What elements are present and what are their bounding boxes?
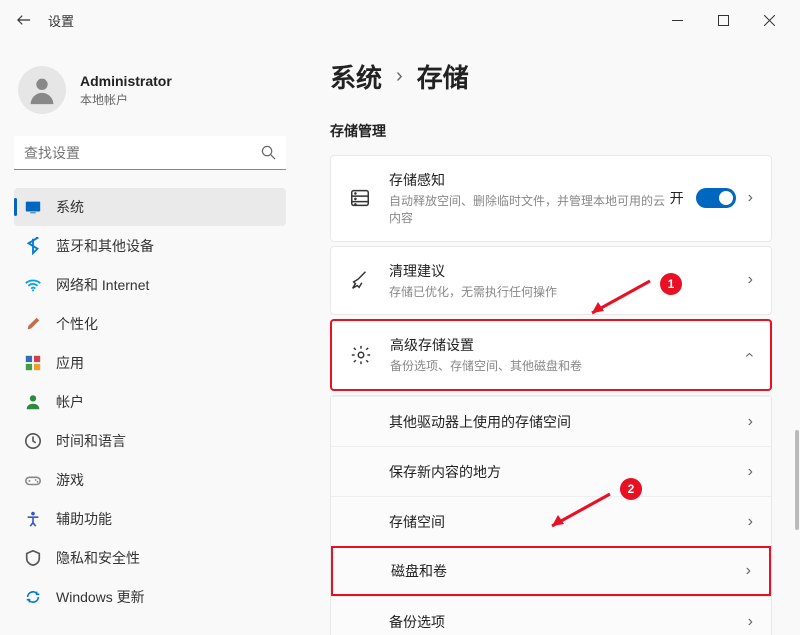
- chevron-up-icon: ›: [740, 353, 758, 358]
- close-button[interactable]: [746, 4, 792, 36]
- toggle-label: 开: [670, 188, 684, 208]
- sidebar-item-label: 时间和语言: [56, 431, 126, 451]
- user-profile[interactable]: Administrator 本地帐户: [14, 52, 286, 136]
- sidebar-item-label: 辅助功能: [56, 509, 112, 529]
- search-box[interactable]: [14, 136, 286, 170]
- accessibility-icon: [24, 510, 42, 528]
- sidebar-item-label: Windows 更新: [56, 587, 145, 607]
- breadcrumb: 系统 › 存储: [330, 58, 772, 95]
- sidebar-item-label: 游戏: [56, 470, 84, 490]
- sidebar-item-9[interactable]: 隐私和安全性: [14, 539, 286, 577]
- storage-sense-desc: 自动释放空间、删除临时文件，并管理本地可用的云内容: [389, 193, 670, 227]
- sidebar-item-label: 帐户: [56, 392, 84, 412]
- advanced-sub-item-3[interactable]: 磁盘和卷›: [331, 546, 771, 596]
- minimize-icon: [672, 15, 683, 26]
- cleanup-desc: 存储已优化，无需执行任何操作: [389, 284, 748, 301]
- sidebar-item-1[interactable]: 蓝牙和其他设备: [14, 227, 286, 265]
- nav-list: 系统蓝牙和其他设备网络和 Internet 个性化应用帐户时间和语言游戏辅助功能隐…: [14, 188, 286, 617]
- chevron-right-icon: ›: [748, 271, 753, 289]
- sidebar-item-2[interactable]: 网络和 Internet: [14, 266, 286, 304]
- user-name: Administrator: [80, 73, 172, 89]
- person-icon: [24, 393, 42, 411]
- arrow-left-icon: [17, 13, 31, 27]
- sidebar-item-4[interactable]: 应用: [14, 344, 286, 382]
- sidebar-item-0[interactable]: 系统: [14, 188, 286, 226]
- sidebar-item-label: 应用: [56, 353, 84, 373]
- sidebar-item-3[interactable]: 个性化: [14, 305, 286, 343]
- advanced-sub-item-4[interactable]: 备份选项›: [331, 596, 771, 635]
- window-title: 设置: [48, 11, 74, 30]
- chevron-right-icon: ›: [746, 562, 751, 580]
- advanced-title: 高级存储设置: [390, 335, 747, 355]
- advanced-storage-row[interactable]: 高级存储设置 备份选项、存储空间、其他磁盘和卷 ›: [332, 321, 770, 389]
- breadcrumb-current: 存储: [417, 58, 469, 95]
- sidebar-item-5[interactable]: 帐户: [14, 383, 286, 421]
- minimize-button[interactable]: [654, 4, 700, 36]
- sub-item-label: 其他驱动器上使用的存储空间: [389, 412, 748, 432]
- chevron-right-icon: ›: [748, 513, 753, 531]
- storage-sense-title: 存储感知: [389, 170, 670, 190]
- update-icon: [24, 588, 42, 606]
- advanced-sub-item-1[interactable]: 保存新内容的地方›: [331, 446, 771, 496]
- chevron-right-icon: ›: [748, 189, 753, 207]
- gear-icon: [350, 344, 372, 366]
- wifi-icon: [24, 276, 42, 294]
- advanced-sub-item-2[interactable]: 存储空间›: [331, 496, 771, 546]
- sidebar-item-label: 系统: [56, 197, 84, 217]
- sidebar-item-10[interactable]: Windows 更新: [14, 578, 286, 616]
- apps-icon: [24, 354, 42, 372]
- sidebar-item-label: 网络和 Internet: [56, 275, 149, 295]
- shield-icon: [24, 549, 42, 567]
- monitor-icon: [24, 198, 42, 216]
- storage-icon: [349, 187, 371, 209]
- chevron-right-icon: ›: [748, 613, 753, 631]
- user-account-type: 本地帐户: [80, 91, 172, 108]
- sub-item-label: 保存新内容的地方: [389, 462, 748, 482]
- sidebar-item-label: 蓝牙和其他设备: [56, 236, 154, 256]
- person-icon: [25, 73, 59, 107]
- search-icon: [261, 145, 276, 160]
- search-input[interactable]: [24, 145, 261, 161]
- breadcrumb-parent[interactable]: 系统: [330, 58, 382, 95]
- sidebar-item-label: 隐私和安全性: [56, 548, 140, 568]
- sidebar-item-label: 个性化: [56, 314, 98, 334]
- cleanup-row[interactable]: 清理建议 存储已优化，无需执行任何操作 ›: [331, 247, 771, 315]
- section-title: 存储管理: [330, 121, 772, 141]
- broom-icon: [349, 269, 371, 291]
- advanced-desc: 备份选项、存储空间、其他磁盘和卷: [390, 358, 747, 375]
- maximize-icon: [718, 15, 729, 26]
- scrollbar-thumb[interactable]: [795, 430, 799, 530]
- chevron-right-icon: ›: [748, 463, 753, 481]
- brush-icon: [24, 315, 42, 333]
- bluetooth-icon: [24, 237, 42, 255]
- sidebar-item-6[interactable]: 时间和语言: [14, 422, 286, 460]
- maximize-button[interactable]: [700, 4, 746, 36]
- chevron-right-icon: ›: [748, 413, 753, 431]
- storage-sense-toggle[interactable]: [696, 188, 736, 208]
- sidebar-item-8[interactable]: 辅助功能: [14, 500, 286, 538]
- sub-item-label: 备份选项: [389, 612, 748, 632]
- sub-item-label: 磁盘和卷: [391, 561, 746, 581]
- close-icon: [764, 15, 775, 26]
- storage-sense-row[interactable]: 存储感知 自动释放空间、删除临时文件，并管理本地可用的云内容 开 ›: [331, 156, 771, 241]
- back-button[interactable]: [8, 4, 40, 36]
- chevron-right-icon: ›: [396, 65, 403, 88]
- sidebar-item-7[interactable]: 游戏: [14, 461, 286, 499]
- cleanup-title: 清理建议: [389, 261, 748, 281]
- clock-icon: [24, 432, 42, 450]
- gamepad-icon: [24, 471, 42, 489]
- advanced-sub-item-0[interactable]: 其他驱动器上使用的存储空间›: [331, 396, 771, 446]
- sub-item-label: 存储空间: [389, 512, 748, 532]
- avatar: [18, 66, 66, 114]
